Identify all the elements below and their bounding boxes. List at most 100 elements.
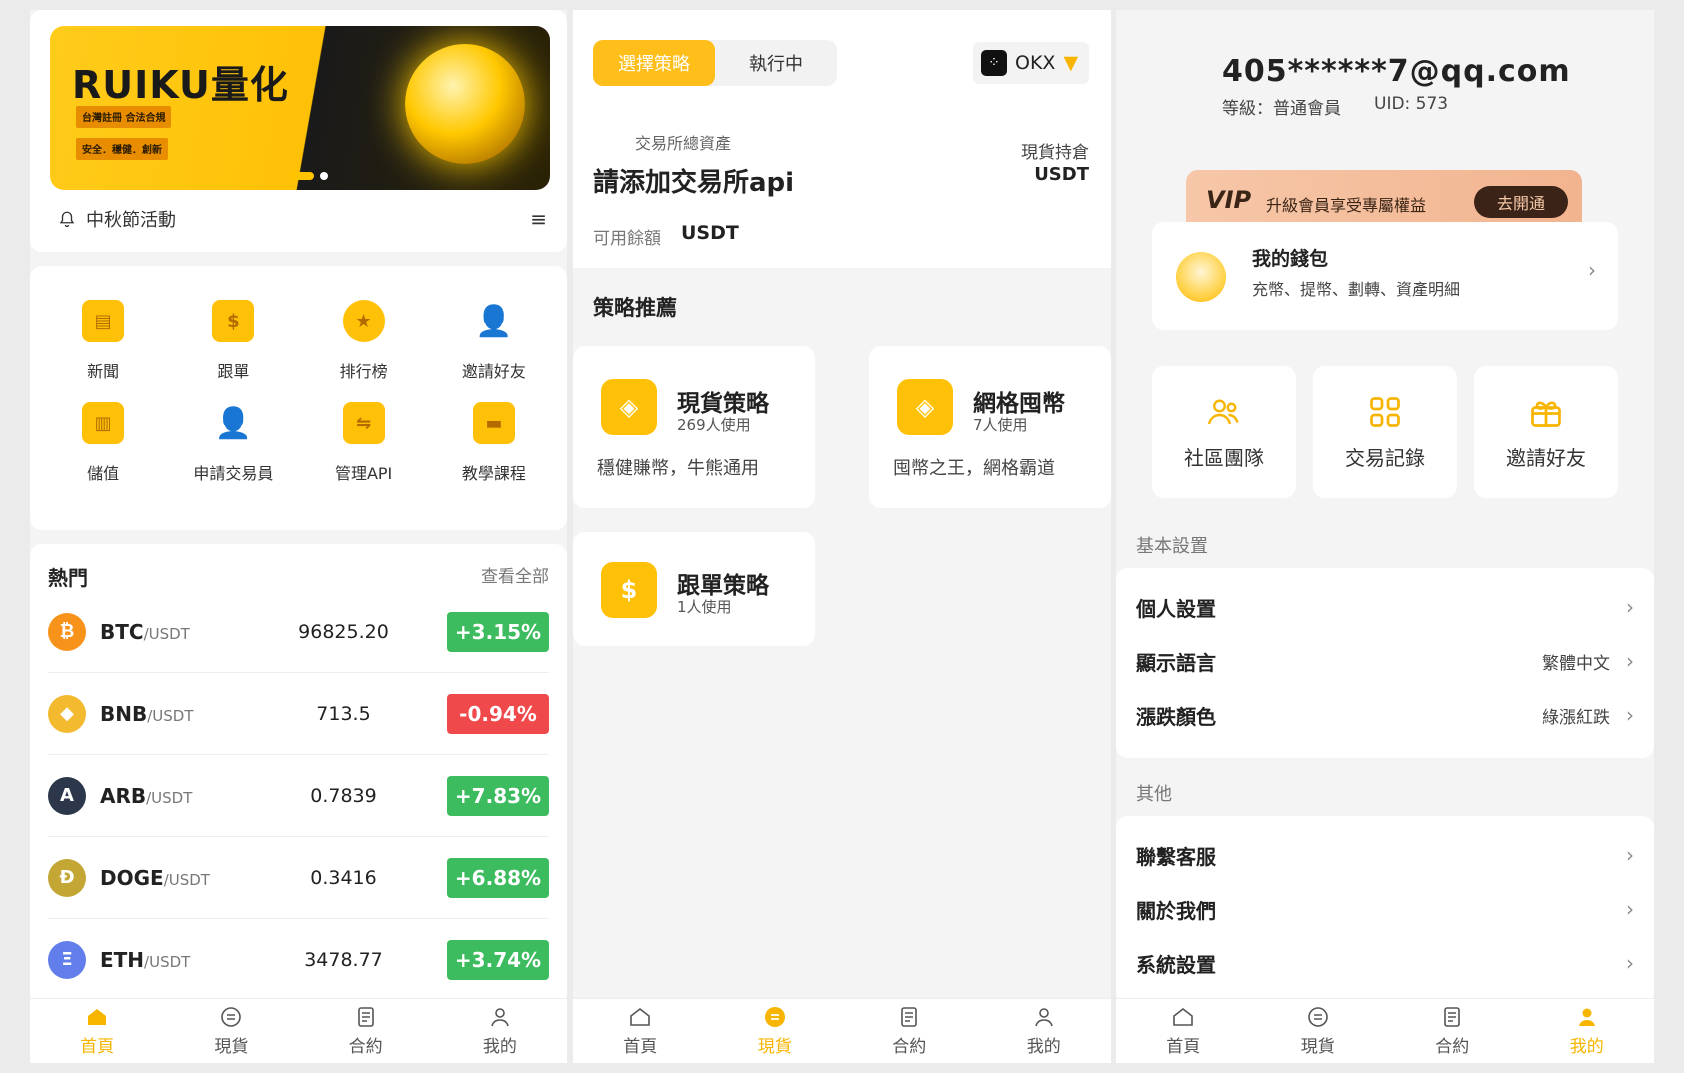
promo-banner[interactable]: RUIKU量化 台灣註冊 合法合規 安全．穩健．創新 xyxy=(50,26,550,190)
chevron-right-icon: › xyxy=(1626,897,1634,921)
profile-screen: 405******7@qq.com 等級：普通會員 UID: 573 VIP 升… xyxy=(1116,10,1654,1063)
nav-label: 現貨 xyxy=(214,1037,249,1057)
total-assets-label: 交易所總資產 xyxy=(635,134,732,153)
carousel-dots[interactable] xyxy=(290,172,328,180)
strategy-desc: 囤幣之王，網格霸道 xyxy=(893,458,1055,479)
grid-item-leaderboard[interactable]: ★ 排行榜 xyxy=(299,300,429,382)
nav-home[interactable]: 首頁 xyxy=(30,999,164,1063)
basic-settings-label: 基本設置 xyxy=(1136,536,1208,557)
grid-label: 申請交易員 xyxy=(193,464,274,483)
home-icon xyxy=(630,1007,651,1026)
tab-select-strategy[interactable]: 選擇策略 xyxy=(593,40,715,86)
nav-mine[interactable]: 我的 xyxy=(1520,999,1655,1063)
menu-label: 漲跌顏色 xyxy=(1136,704,1216,729)
banner-tag: 安全．穩健．創新 xyxy=(76,138,168,160)
coin-symbol: ARB/USDT xyxy=(100,783,193,808)
market-row[interactable]: ◆ BNB/USDT 713.5 -0.94% xyxy=(48,673,549,755)
add-user-icon: 👤 xyxy=(475,303,513,339)
grid-item-deposit[interactable]: ▥ 儲值 xyxy=(38,402,168,484)
nav-label: 首頁 xyxy=(80,1037,115,1057)
strategy-card-spot[interactable]: ◈ 現貨策略 269人使用 穩健賺幣，牛熊通用 xyxy=(573,346,815,508)
user-icon xyxy=(1034,1008,1053,1027)
menu-color-scheme[interactable]: 漲跌顏色 綠漲紅跌 › xyxy=(1116,688,1654,742)
nav-contract[interactable]: 合約 xyxy=(299,999,433,1063)
nav-mine[interactable]: 我的 xyxy=(977,999,1112,1063)
carousel-dot-active[interactable] xyxy=(290,172,314,180)
bottom-nav: 首頁 現貨 合約 我的 xyxy=(1116,998,1654,1063)
grid-label: 跟單 xyxy=(217,362,250,381)
menu-icon[interactable]: ≡ xyxy=(530,207,547,231)
chevron-right-icon: › xyxy=(1588,258,1596,282)
market-row[interactable]: A ARB/USDT 0.7839 +7.83% xyxy=(48,755,549,837)
available-label: 可用餘額 xyxy=(593,229,661,249)
menu-display-language[interactable]: 顯示語言 繁體中文 › xyxy=(1116,634,1654,688)
nav-label: 首頁 xyxy=(1166,1037,1201,1057)
coin-icon: A xyxy=(48,776,86,815)
nav-contract[interactable]: 合約 xyxy=(842,999,977,1063)
grid-item-news[interactable]: ▤ 新聞 xyxy=(38,300,168,382)
grid-label: 儲值 xyxy=(87,464,120,483)
wallet-card[interactable]: 我的錢包 充幣、提幣、劃轉、資產明細 › xyxy=(1152,222,1618,330)
strategy-users: 1人使用 xyxy=(677,598,732,616)
grid-icon xyxy=(1370,396,1400,427)
nav-spot[interactable]: 現貨 xyxy=(164,999,298,1063)
member-level: 等級：普通會員 xyxy=(1222,99,1341,119)
grid-label: 邀請好友 xyxy=(461,362,526,381)
coin-icon: ◆ xyxy=(48,694,86,733)
banner-title: RUIKU量化 xyxy=(72,63,289,107)
nav-spot[interactable]: 現貨 xyxy=(1251,999,1386,1063)
market-row[interactable]: ₿ BTC/USDT 96825.20 +3.15% xyxy=(48,591,549,673)
bell-icon xyxy=(59,211,75,228)
strategy-card-copy[interactable]: $ 跟單策略 1人使用 xyxy=(573,532,815,646)
nav-home[interactable]: 首頁 xyxy=(1116,999,1251,1063)
coin-symbol: BNB/USDT xyxy=(100,701,194,726)
user-icon xyxy=(1578,1008,1595,1026)
grid-label: 排行榜 xyxy=(339,362,388,381)
strategy-name: 網格囤幣 xyxy=(973,391,1065,417)
tab-running[interactable]: 執行中 xyxy=(715,40,837,86)
bitcoin-coin-image xyxy=(405,44,525,164)
tile-trade-records[interactable]: 交易記錄 xyxy=(1313,366,1457,498)
chevron-right-icon: › xyxy=(1626,595,1634,619)
coin-price: 0.7839 xyxy=(310,784,377,807)
nav-home[interactable]: 首頁 xyxy=(573,999,708,1063)
grid-item-tutorial[interactable]: ▬ 教學課程 xyxy=(429,402,559,484)
market-row[interactable]: Ð DOGE/USDT 0.3416 +6.88% xyxy=(48,837,549,919)
announcement-bar[interactable]: 中秋節活動 ≡ xyxy=(58,206,547,232)
vip-open-button[interactable]: 去開通 xyxy=(1474,186,1568,218)
market-row[interactable]: Ξ ETH/USDT 3478.77 +3.74% xyxy=(48,919,549,1001)
exchange-selector[interactable]: ⁘ OKX ▼ xyxy=(973,42,1089,84)
nav-spot[interactable]: 現貨 xyxy=(708,999,843,1063)
nav-mine[interactable]: 我的 xyxy=(433,999,567,1063)
holding-unit: USDT xyxy=(1034,164,1089,185)
grid-item-invite[interactable]: 👤 邀請好友 xyxy=(429,300,559,382)
tile-label: 邀請好友 xyxy=(1506,445,1586,470)
tile-community[interactable]: 社區團隊 xyxy=(1152,366,1296,498)
api-icon: ⇋ xyxy=(342,402,385,444)
coin-icon: Ð xyxy=(48,858,86,897)
user-icon xyxy=(491,1008,509,1027)
nav-label: 我的 xyxy=(482,1037,517,1057)
menu-about-us[interactable]: 關於我們 › xyxy=(1116,882,1654,936)
total-assets-value: 請添加交易所api xyxy=(593,168,795,198)
other-label: 其他 xyxy=(1136,784,1172,805)
tile-invite[interactable]: 邀請好友 xyxy=(1474,366,1618,498)
user-uid: UID: 573 xyxy=(1374,94,1449,114)
nav-contract[interactable]: 合約 xyxy=(1385,999,1520,1063)
menu-system-settings[interactable]: 系統設置 › xyxy=(1116,936,1654,990)
grid-item-copy-trade[interactable]: $ 跟單 xyxy=(168,300,298,382)
grid-item-manage-api[interactable]: ⇋ 管理API xyxy=(299,402,429,484)
menu-personal-settings[interactable]: 個人設置 › xyxy=(1116,580,1654,634)
bottom-nav: 首頁 現貨 合約 我的 xyxy=(573,998,1111,1063)
strategy-name: 現貨策略 xyxy=(677,391,769,417)
view-all-link[interactable]: 查看全部 xyxy=(481,562,549,591)
strategy-card-grid[interactable]: ◈ 網格囤幣 7人使用 囤幣之王，網格霸道 xyxy=(869,346,1111,508)
spot-icon xyxy=(221,1007,242,1027)
menu-contact-support[interactable]: 聯繫客服 › xyxy=(1116,828,1654,882)
news-icon: ▤ xyxy=(82,300,125,342)
change-badge: +3.15% xyxy=(447,611,549,652)
announcement-text: 中秋節活動 xyxy=(86,210,176,231)
grid-item-apply-trader[interactable]: 👤 申請交易員 xyxy=(168,402,298,484)
hot-market-card: 熱門 查看全部 ₿ BTC/USDT 96825.20 +3.15% ◆ BNB/USDT… xyxy=(30,544,567,1004)
carousel-dot[interactable] xyxy=(320,172,328,180)
